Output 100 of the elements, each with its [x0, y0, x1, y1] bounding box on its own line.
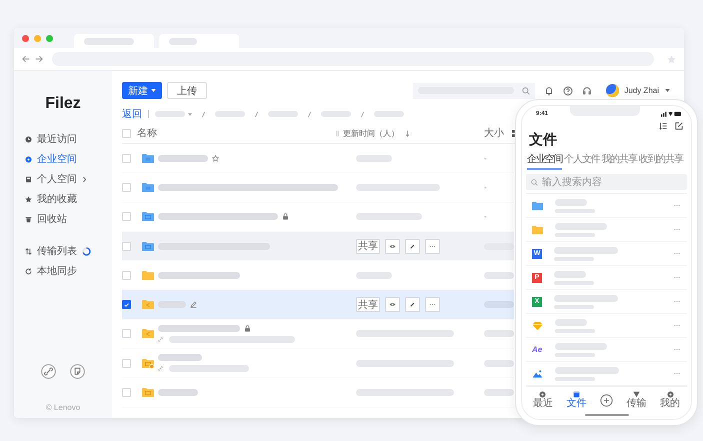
star-outline-icon[interactable]: [212, 154, 219, 162]
more-icon[interactable]: [673, 252, 681, 255]
eye-icon: [389, 301, 396, 308]
chevron-right-icon[interactable]: [82, 176, 87, 182]
user-name[interactable]: Judy Zhai: [624, 86, 659, 95]
close-dot-icon[interactable]: [22, 34, 29, 42]
back-link[interactable]: 返回: [122, 107, 142, 121]
document-icon[interactable]: [70, 364, 85, 379]
breadcrumb-item[interactable]: [155, 111, 185, 117]
file-name-bar[interactable]: [555, 318, 587, 326]
file-name-bar[interactable]: [158, 213, 278, 220]
file-name-bar[interactable]: [554, 294, 618, 302]
file-name-bar[interactable]: [158, 184, 338, 191]
file-name-bar[interactable]: [158, 324, 240, 332]
help-icon[interactable]: [563, 86, 574, 96]
home-indicator: [584, 414, 628, 416]
tab-bar-item[interactable]: [600, 394, 613, 406]
column-header[interactable]: 名称: [137, 126, 336, 140]
sort-arrow-icon[interactable]: [405, 130, 410, 136]
table-row[interactable]: 共享: [122, 290, 514, 320]
column-header[interactable]: 更新时间（人）: [343, 128, 399, 138]
more-icon[interactable]: [673, 276, 681, 279]
more-icon[interactable]: [673, 228, 681, 231]
pencil-icon: [409, 242, 416, 250]
preview-button[interactable]: [385, 238, 400, 254]
more-button[interactable]: [425, 297, 440, 312]
more-icon[interactable]: [673, 324, 681, 327]
edit-button[interactable]: [405, 238, 420, 254]
avatar[interactable]: [606, 84, 620, 97]
breadcrumb-item[interactable]: [268, 111, 298, 117]
file-name-bar[interactable]: [158, 272, 240, 279]
table-row[interactable]: -: [122, 173, 514, 203]
file-name-bar[interactable]: [555, 198, 587, 206]
tab-bar-item[interactable]: 文件: [566, 391, 586, 409]
select-all-checkbox[interactable]: [122, 128, 131, 138]
sidebar-item[interactable]: 企业空间: [25, 153, 101, 165]
sidebar-label: 我的收藏: [37, 192, 77, 206]
tab[interactable]: 收到的共享: [638, 152, 683, 170]
maximize-dot-icon[interactable]: [46, 34, 53, 42]
more-icon[interactable]: [673, 204, 681, 207]
file-name-bar[interactable]: [555, 366, 619, 374]
tab[interactable]: 个人文件: [564, 152, 600, 170]
tab[interactable]: 我的共享: [601, 152, 637, 170]
file-name-bar[interactable]: [555, 342, 607, 350]
table-row[interactable]: -: [122, 144, 514, 174]
back-arrow-icon[interactable]: [22, 55, 30, 63]
drag-handle-icon[interactable]: [336, 130, 339, 136]
more-icon[interactable]: [673, 348, 681, 351]
minimize-dot-icon[interactable]: [34, 34, 41, 42]
pencil-icon[interactable]: [190, 301, 197, 308]
tab-bar-item[interactable]: 我的: [660, 391, 680, 409]
more-button[interactable]: [425, 238, 440, 254]
row-checkbox[interactable]: [122, 300, 131, 310]
browser-tab[interactable]: [74, 34, 154, 48]
edit-button[interactable]: [405, 297, 420, 312]
more-icon[interactable]: [673, 300, 681, 303]
breadcrumb-item[interactable]: [321, 111, 351, 117]
bell-icon[interactable]: [544, 86, 554, 96]
edit-icon[interactable]: [675, 122, 683, 130]
table-row[interactable]: 共享: [122, 232, 514, 262]
sidebar-item[interactable]: 个人空间: [25, 173, 101, 185]
more-icon[interactable]: [673, 372, 681, 375]
trash-icon: [25, 216, 32, 222]
browser-tab[interactable]: [159, 34, 239, 48]
search-field[interactable]: [413, 82, 536, 98]
transfer-icon: [25, 248, 32, 254]
column-header[interactable]: 大小: [484, 126, 504, 140]
forward-arrow-icon[interactable]: [35, 55, 43, 63]
file-type-icon: Ae: [532, 346, 543, 354]
separator-icon: [202, 110, 205, 118]
tab-bar-item[interactable]: 最近: [532, 391, 553, 409]
sidebar-item[interactable]: 回收站: [25, 213, 101, 225]
page-title: 文件: [529, 131, 558, 149]
sidebar-item[interactable]: 传输列表: [25, 245, 101, 257]
file-name-bar[interactable]: [158, 389, 198, 396]
share-button[interactable]: 共享: [356, 297, 380, 312]
table-row[interactable]: -: [122, 202, 514, 232]
file-name-bar[interactable]: [555, 222, 607, 230]
share-button[interactable]: 共享: [356, 238, 380, 254]
sidebar-item[interactable]: 我的收藏: [25, 193, 101, 205]
tab[interactable]: 企业空间: [527, 152, 562, 170]
sidebar-label: 个人空间: [37, 172, 77, 186]
breadcrumb-item[interactable]: [374, 111, 404, 117]
upload-button[interactable]: 上传: [167, 82, 207, 99]
breadcrumb-item[interactable]: [215, 111, 245, 117]
new-button[interactable]: 新建: [122, 82, 162, 99]
sidebar-item[interactable]: 最近访问: [25, 133, 101, 145]
sidebar-item[interactable]: 本地同步: [25, 265, 101, 277]
caret-icon[interactable]: [665, 89, 670, 92]
star-icon[interactable]: [667, 54, 676, 64]
search-field[interactable]: 输入搜索内容: [526, 174, 687, 190]
headset-icon[interactable]: [582, 86, 592, 96]
tab-bar-item[interactable]: 传输: [626, 391, 647, 409]
link-icon[interactable]: [41, 364, 56, 379]
sort-list-icon[interactable]: [659, 122, 667, 130]
file-name-bar[interactable]: [158, 354, 202, 362]
file-name-bar[interactable]: [554, 270, 586, 278]
file-name-bar[interactable]: [554, 246, 618, 254]
sync-icon: [25, 268, 32, 274]
preview-button[interactable]: [385, 297, 400, 312]
